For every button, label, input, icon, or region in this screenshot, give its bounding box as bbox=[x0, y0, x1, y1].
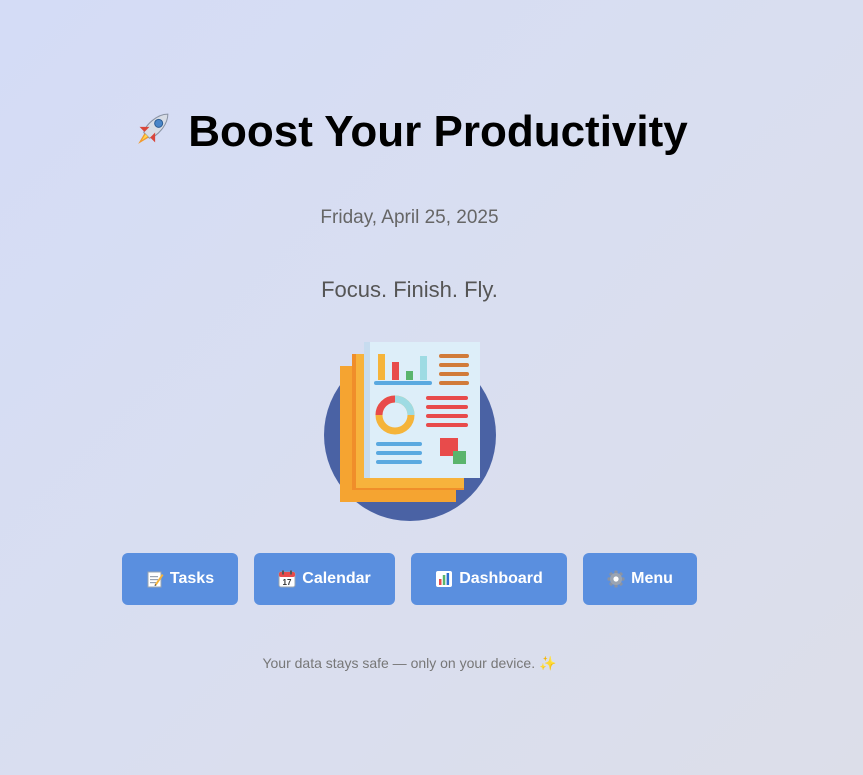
dashboard-button[interactable]: Dashboard bbox=[411, 553, 567, 605]
hero-bar-2 bbox=[392, 362, 399, 380]
calendar-button[interactable]: 17 Calendar bbox=[254, 553, 395, 605]
gear-icon bbox=[607, 570, 625, 588]
page: Boost Your Productivity Friday, April 25… bbox=[0, 0, 863, 775]
tagline: Focus. Finish. Fly. bbox=[321, 277, 498, 302]
sparkles-icon: ✨ bbox=[539, 655, 557, 671]
hero-bar-4 bbox=[420, 356, 427, 380]
calendar-button-label: Calendar bbox=[302, 570, 371, 587]
page-title: Boost Your Productivity bbox=[0, 104, 818, 160]
hero-bar-1 bbox=[378, 354, 385, 380]
privacy-note: Your data stays safe — only on your devi… bbox=[0, 655, 819, 672]
tasks-button[interactable]: Tasks bbox=[122, 553, 238, 605]
hero-list-blue bbox=[376, 442, 422, 464]
current-date: Friday, April 25, 2025 bbox=[320, 207, 499, 228]
calendar-icon: 17 bbox=[278, 570, 296, 588]
report-document-illustration bbox=[324, 342, 496, 521]
menu-button-label: Menu bbox=[631, 570, 673, 587]
bar-chart-icon bbox=[436, 571, 453, 587]
hero-square-green bbox=[453, 451, 466, 464]
privacy-note-text: Your data stays safe — only on your devi… bbox=[262, 655, 536, 671]
menu-button[interactable]: Menu bbox=[583, 553, 697, 605]
dashboard-button-label: Dashboard bbox=[459, 570, 543, 587]
hero-bar-3 bbox=[406, 371, 413, 380]
page-title-text: Boost Your Productivity bbox=[188, 107, 688, 156]
rocket-icon bbox=[138, 113, 169, 144]
memo-icon bbox=[147, 571, 164, 588]
hero-chart-axis bbox=[374, 381, 432, 385]
svg-text:17: 17 bbox=[283, 578, 292, 587]
tasks-button-label: Tasks bbox=[169, 570, 215, 587]
